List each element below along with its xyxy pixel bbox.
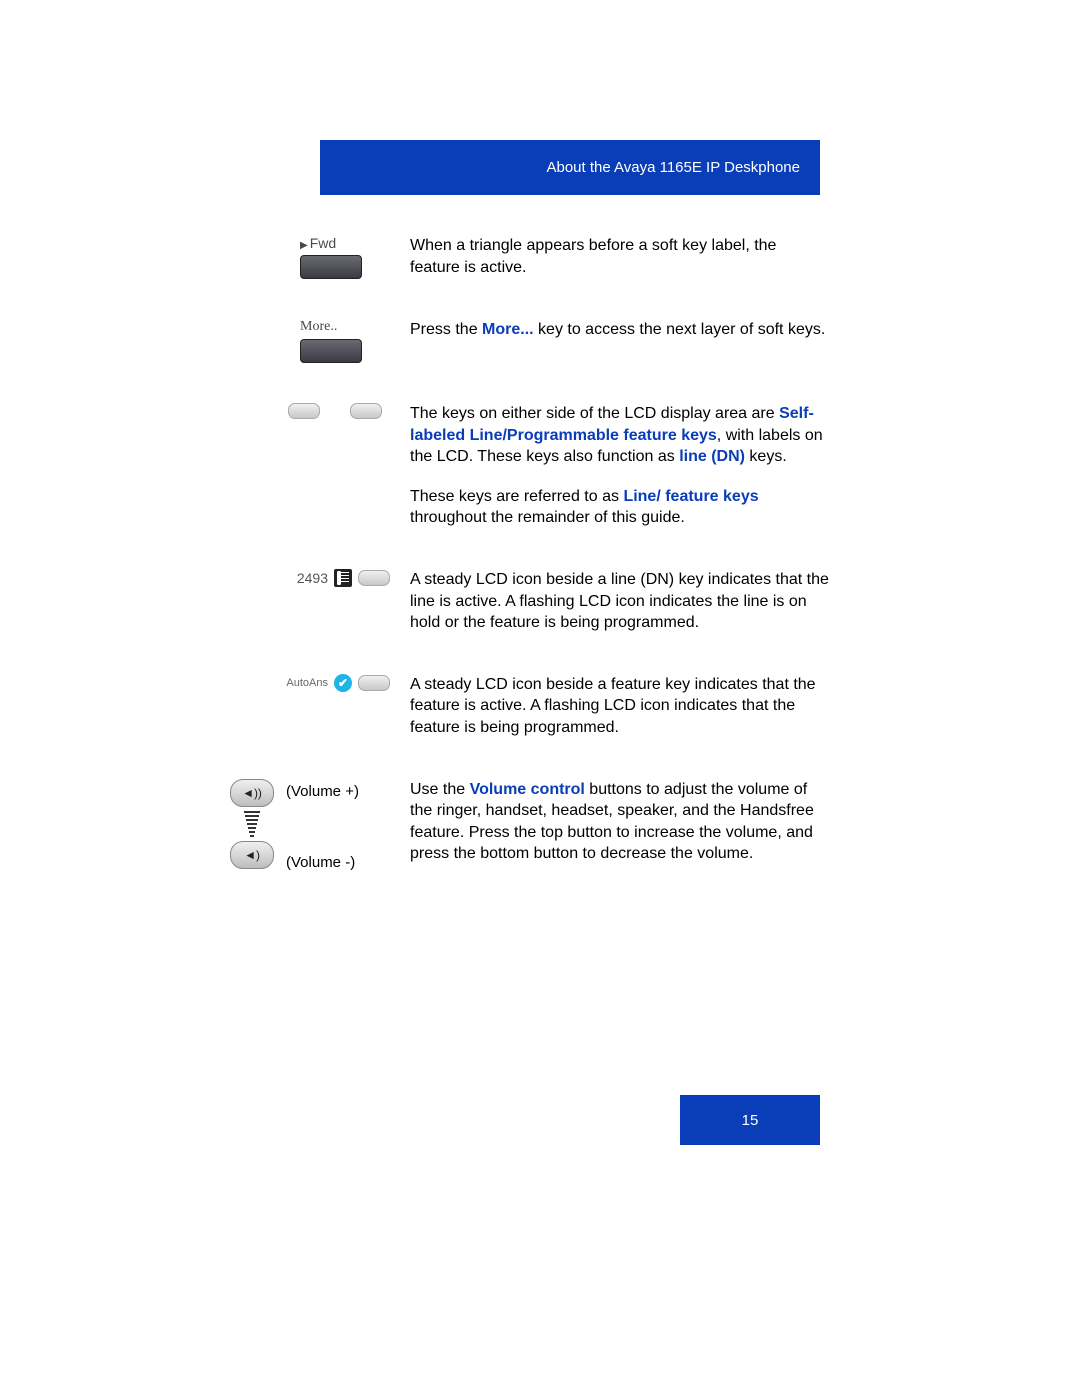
line-number: 2493: [297, 570, 328, 586]
sk-p1-post: keys.: [745, 448, 787, 465]
row-sidekeys: The keys on either side of the LCD displ…: [260, 403, 830, 529]
more-label: More..: [260, 319, 337, 335]
vol-pre: Use the: [410, 781, 470, 798]
linedn-text: A steady LCD icon beside a line (DN) key…: [410, 569, 830, 634]
header-title: About the Avaya 1165E IP Deskphone: [546, 159, 800, 176]
volume-down-label: (Volume -): [286, 854, 359, 871]
page-number-box: 15: [680, 1095, 820, 1145]
pill-key-icon: [350, 403, 382, 419]
fwd-text: When a triangle appears before a soft ke…: [410, 235, 830, 278]
more-post: key to access the next layer of soft key…: [534, 321, 826, 338]
row-autoans: AutoAns ✔ A steady LCD icon beside a fea…: [260, 674, 830, 739]
more-pre: Press the: [410, 321, 482, 338]
sk-p2-bold: Line/ feature keys: [623, 488, 758, 505]
pill-key-icon: [358, 675, 390, 691]
row-fwd: Fwd When a triangle appears before a sof…: [260, 235, 830, 279]
pill-key-icon: [358, 570, 390, 586]
document-page: About the Avaya 1165E IP Deskphone Fwd W…: [0, 0, 1080, 1397]
linedn-icon-col: 2493: [260, 569, 410, 587]
row-linedn: 2493 A steady LCD icon beside a line (DN…: [260, 569, 830, 634]
autoans-label: AutoAns: [286, 677, 328, 689]
sk-p2-pre: These keys are referred to as: [410, 488, 623, 505]
sidekeys-text: The keys on either side of the LCD displ…: [410, 403, 830, 529]
sk-p1-pre: The keys on either side of the LCD displ…: [410, 405, 779, 422]
row-volume: ◄)) ◄) (Volume +) (Volume -) Use the Vol…: [230, 779, 830, 871]
softkey-icon: [300, 255, 362, 279]
volume-labels: (Volume +) (Volume -): [286, 779, 359, 871]
softkey-icon: [300, 339, 362, 363]
fwd-label: Fwd: [260, 235, 336, 251]
volume-up-label: (Volume +): [286, 783, 359, 800]
sidekeys-icon-col: [260, 403, 410, 419]
more-text: Press the More... key to access the next…: [410, 319, 830, 341]
volume-down-icon: ◄): [230, 841, 274, 869]
phone-icon: [334, 569, 352, 587]
autoans-icon-col: AutoAns ✔: [260, 674, 410, 692]
more-icon-col: More..: [260, 319, 410, 363]
volume-buttons: ◄)) ◄): [230, 779, 274, 869]
sk-p1-bold2: line (DN): [679, 448, 745, 465]
volume-icon-col: ◄)) ◄) (Volume +) (Volume -): [230, 779, 410, 871]
volume-text: Use the Volume control buttons to adjust…: [410, 779, 830, 865]
header-bar: About the Avaya 1165E IP Deskphone: [320, 140, 820, 195]
row-more: More.. Press the More... key to access t…: [260, 319, 830, 363]
volume-scale-icon: [251, 811, 253, 837]
sk-p2-post: throughout the remainder of this guide.: [410, 509, 685, 526]
pill-key-icon: [288, 403, 320, 419]
vol-bold: Volume control: [470, 781, 585, 798]
volume-up-icon: ◄)): [230, 779, 274, 807]
more-bold: More...: [482, 321, 534, 338]
page-number: 15: [742, 1112, 759, 1129]
content-area: Fwd When a triangle appears before a sof…: [260, 235, 830, 911]
autoans-text: A steady LCD icon beside a feature key i…: [410, 674, 830, 739]
fwd-icon-col: Fwd: [260, 235, 410, 279]
check-icon: ✔: [334, 674, 352, 692]
